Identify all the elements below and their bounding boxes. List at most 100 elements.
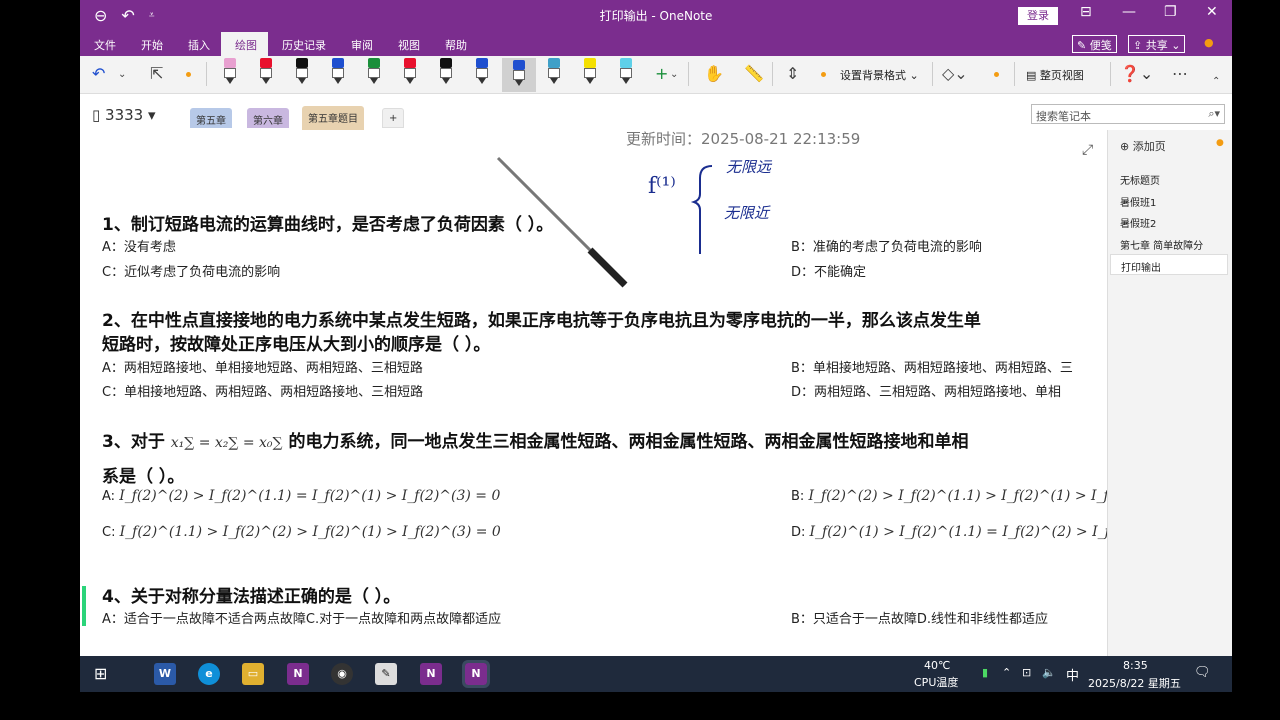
clock-time[interactable]: 8:35 <box>1123 659 1148 672</box>
whiteboard-icon[interactable]: ✎ <box>375 663 397 685</box>
q1-option-b: B：准确的考虑了负荷电流的影响 <box>791 240 982 255</box>
pen-icon[interactable] <box>258 58 274 86</box>
touch-draw-icon[interactable]: ✋ <box>704 64 724 83</box>
question-3-title-line2: 系是（ ）。 <box>102 467 185 487</box>
page-list-panel: ⊕ 添加页 ● 无标题页暑假班1 暑假班2 第七章 简单故障分 打印输出 <box>1107 130 1232 656</box>
page-item[interactable]: 第七章 简单故障分 <box>1120 237 1203 252</box>
menu-tab[interactable]: 文件 <box>80 32 127 56</box>
question-1-title: 1、制订短路电流的运算曲线时，是否考虑了负荷因素（ ）。 <box>102 215 554 235</box>
pen-icon[interactable] <box>294 58 310 86</box>
window-title: 打印输出 - OneNote <box>599 9 713 23</box>
pen-icon[interactable] <box>438 58 454 86</box>
shape-dot <box>994 72 999 77</box>
page-item-active[interactable]: 打印输出 <box>1110 254 1228 275</box>
maximize-icon[interactable]: ❐ <box>1164 4 1177 20</box>
menu-tab[interactable]: 历史记录 <box>268 32 337 56</box>
notebook-bar: ▯ 3333 ▾ 第五章 第六章 第五章题目 + 搜索笔记本 ⌕▾ <box>80 94 1232 130</box>
menu-tabs: 文件 开始 插入 绘图 历史记录 审阅 视图 帮助 <box>80 32 478 56</box>
question-3-title-line1: 3、对于 x₁∑ = x₂∑ = x₀∑ 的电力系统，同一地点发生三相金属性短路… <box>102 432 969 452</box>
q2-option-c: C：单相接地短路、两相短路、两相短路接地、三相短路 <box>102 385 424 400</box>
add-pen-icon[interactable]: + <box>655 64 668 83</box>
ink-line2: 无限近 <box>724 204 770 222</box>
section-tab[interactable]: 第五章 <box>190 108 232 128</box>
battery-icon[interactable]: ▮ <box>982 666 988 679</box>
page-item[interactable]: 暑假班2 <box>1120 215 1156 230</box>
start-icon[interactable]: ⊞ <box>94 664 107 683</box>
file-explorer-icon[interactable]: ▭ <box>242 663 264 685</box>
question-2-title-line2: 短路时，按故障处正序电压从大到小的顺序是（ ）。 <box>102 335 491 355</box>
ruler-icon[interactable]: 📏 <box>744 64 764 83</box>
add-page-button[interactable]: ⊕ 添加页 <box>1120 138 1166 154</box>
lasso-dot <box>186 72 191 77</box>
menu-tab[interactable]: 视图 <box>384 32 431 56</box>
pen-icon[interactable] <box>330 58 346 86</box>
page-view-button[interactable]: ▤ 整页视图 <box>1026 67 1084 83</box>
sticky-notes-button[interactable]: ✎ 便笺 <box>1072 35 1117 53</box>
menu-tab[interactable]: 审阅 <box>337 32 384 56</box>
select-icon[interactable]: ⇱ <box>150 64 163 83</box>
add-section-button[interactable]: + <box>382 108 405 128</box>
ime-indicator[interactable]: 中 <box>1066 665 1079 684</box>
pen-icon[interactable] <box>366 58 382 86</box>
page-content[interactable]: 更新时间：2025-08-21 22:13:59 ⤢ f⁽¹⁾ 无限远 无限近 … <box>80 130 1107 656</box>
space-dot <box>821 72 826 77</box>
network-icon[interactable]: ⊡ <box>1022 666 1031 679</box>
undo-icon[interactable]: ↶ <box>92 64 105 83</box>
menu-tab[interactable]: 插入 <box>174 32 221 56</box>
q4-option-a: A：适合于一点故障不适合两点故障C.对于一点故障和两点故障都适应 <box>102 612 502 627</box>
notification-icon[interactable]: 🗨 <box>1194 665 1211 680</box>
ribbon-display-icon[interactable]: ⊟ <box>1080 4 1092 20</box>
notebook-selector[interactable]: ▯ 3333 ▾ <box>92 106 156 124</box>
menu-tab[interactable]: 绘图 <box>221 32 268 56</box>
q2-option-b: B：单相接地短路、两相短路接地、两相短路、三 <box>791 361 1073 376</box>
minimize-icon[interactable]: — <box>1122 4 1136 20</box>
pen-icon[interactable] <box>222 58 238 86</box>
title-bar: ⊖ ↶ ⩡ 打印输出 - OneNote 登录 ⊟ — ❐ ✕ <box>80 0 1232 32</box>
close-icon[interactable]: ✕ <box>1206 4 1218 20</box>
onenote-active-icon[interactable]: N <box>462 660 490 688</box>
insert-space-icon[interactable]: ⇕ <box>786 64 799 83</box>
pen-icon[interactable] <box>618 58 634 86</box>
pen-icon[interactable] <box>502 58 536 92</box>
help-icon[interactable]: ❓⌄ <box>1120 64 1153 83</box>
separator <box>206 62 207 86</box>
separator <box>1014 62 1015 86</box>
menu-tab[interactable]: 开始 <box>127 32 174 56</box>
pen-icon[interactable] <box>546 58 562 86</box>
volume-icon[interactable]: 🔈 <box>1042 666 1056 679</box>
menu-tab[interactable]: 帮助 <box>431 32 478 56</box>
q3-option-a: A: I_f(2)^(2) > I_f(2)^(1.1) = I_f(2)^(1… <box>102 488 501 504</box>
edge-icon[interactable]: e <box>198 663 220 685</box>
onenote-icon[interactable]: N <box>420 663 442 685</box>
chevron-down-icon[interactable]: ⌄ <box>118 69 126 80</box>
search-notebook-input[interactable]: 搜索笔记本 ⌕▾ <box>1031 104 1225 124</box>
edit-indicator <box>82 586 86 626</box>
tray-expand-icon[interactable]: ⌃ <box>1002 666 1011 679</box>
section-tab[interactable]: 第六章 <box>247 108 289 128</box>
onenote-icon[interactable]: N <box>287 663 309 685</box>
obs-icon[interactable]: ◉ <box>331 663 353 685</box>
taskbar: ⊞ W e ▭ N ◉ ✎ N N 40℃ CPU温度 ▮ ⌃ ⊡ 🔈 中 8:… <box>80 656 1232 692</box>
pen-icon[interactable] <box>474 58 490 86</box>
separator <box>932 62 933 86</box>
q3-option-c: C: I_f(2)^(1.1) > I_f(2)^(2) > I_f(2)^(1… <box>102 524 501 540</box>
section-tab[interactable]: 第五章题目 <box>302 106 364 130</box>
clock-date[interactable]: 2025/8/22 星期五 <box>1088 675 1181 691</box>
q1-option-c: C：近似考虑了负荷电流的影响 <box>102 265 281 280</box>
page-item[interactable]: 无标题页 <box>1120 172 1160 187</box>
pen-icon[interactable] <box>582 58 598 86</box>
search-icon[interactable]: ⌕▾ <box>1208 107 1220 121</box>
chevron-down-icon[interactable]: ⌄ <box>670 69 678 80</box>
share-button[interactable]: ⇪ 共享 ⌄ <box>1128 35 1186 53</box>
more-icon[interactable]: ⋯ <box>1172 64 1188 83</box>
shapes-icon[interactable]: ◇⌄ <box>942 64 968 83</box>
pen-icon[interactable] <box>402 58 418 86</box>
word-icon[interactable]: W <box>154 663 176 685</box>
background-format-button[interactable]: 设置背景格式 ⌄ <box>840 67 919 83</box>
q4-option-b: B：只适合于一点故障D.线性和非线性都适应 <box>791 612 1049 627</box>
login-button[interactable]: 登录 <box>1018 7 1058 25</box>
add-page-dot: ● <box>1216 138 1224 148</box>
collapse-ribbon-icon[interactable]: ⌃ <box>1212 76 1220 87</box>
expand-icon[interactable]: ⤢ <box>1082 142 1093 158</box>
page-item[interactable]: 暑假班1 <box>1120 194 1156 209</box>
